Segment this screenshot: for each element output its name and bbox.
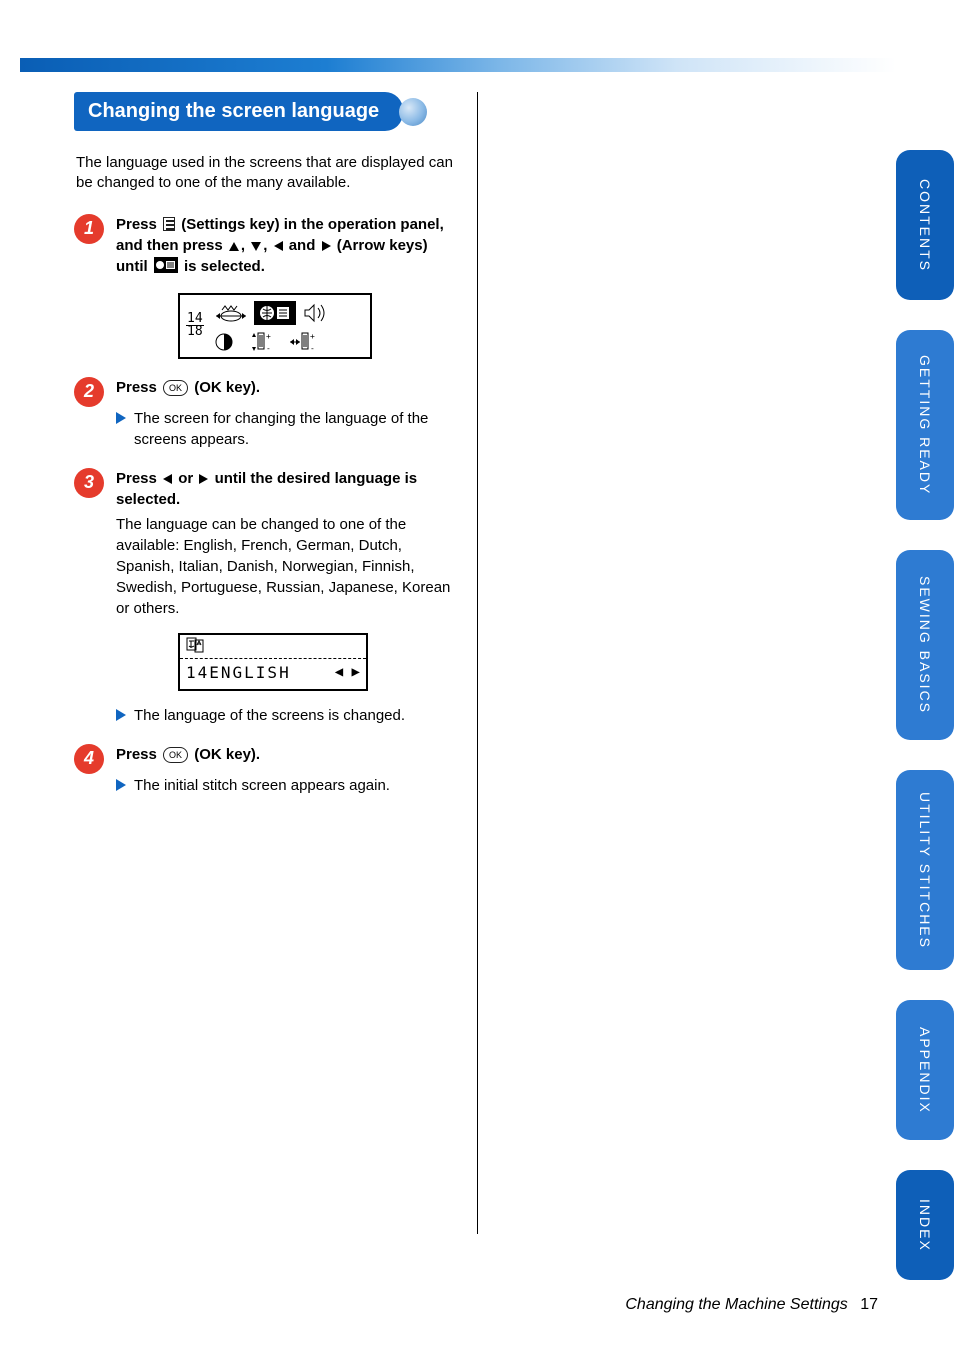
arrow-left-icon bbox=[274, 241, 283, 251]
tab-sewing-basics-label: SEWING BASICS bbox=[917, 576, 933, 714]
tab-contents[interactable]: CONTENTS bbox=[896, 150, 954, 300]
intro-paragraph: The language used in the screens that ar… bbox=[76, 153, 454, 194]
step-4-title: Press OK (OK key). bbox=[116, 744, 454, 765]
section-heading-text: Changing the screen language bbox=[88, 100, 379, 122]
footer-page-number: 17 bbox=[860, 1296, 878, 1313]
step-2-text-b: (OK key). bbox=[194, 379, 260, 396]
tab-sewing-basics[interactable]: SEWING BASICS bbox=[896, 550, 954, 740]
tab-index[interactable]: INDEX bbox=[896, 1170, 954, 1280]
step-3-number: 3 bbox=[84, 472, 94, 493]
page-fraction: 14 18 bbox=[186, 313, 204, 338]
tab-utility-stitches[interactable]: UTILITY STITCHES bbox=[896, 770, 954, 970]
step-4-text-b: (OK key). bbox=[194, 746, 260, 763]
step-4-number: 4 bbox=[84, 748, 94, 769]
ok-key-icon: OK bbox=[163, 380, 188, 397]
section-heading: Changing the screen language bbox=[74, 92, 403, 131]
step-4: 4 Press OK (OK key). The initial stitch … bbox=[74, 744, 454, 796]
tab-index-label: INDEX bbox=[917, 1199, 933, 1252]
step-3: 3 Press or until the desired language is… bbox=[74, 468, 454, 726]
lcd-row-2: +- +- bbox=[214, 331, 318, 353]
svg-text:+: + bbox=[310, 332, 315, 341]
svg-text:-: - bbox=[310, 344, 315, 353]
tab-utility-stitches-label: UTILITY STITCHES bbox=[917, 792, 933, 949]
arrow-up-icon bbox=[229, 242, 239, 251]
tension-icon bbox=[214, 302, 248, 324]
step-2-title: Press OK (OK key). bbox=[116, 377, 454, 398]
step-4-badge: 4 bbox=[74, 744, 104, 774]
step-2: 2 Press OK (OK key). The screen for chan… bbox=[74, 377, 454, 450]
lcd-2-arrows: ◀ ▶ bbox=[335, 664, 360, 680]
step-2-result: The screen for changing the language of … bbox=[116, 408, 454, 450]
step-4-result: The initial stitch screen appears again. bbox=[116, 775, 454, 796]
arrow-down-icon bbox=[251, 242, 261, 251]
buzzer-icon bbox=[302, 302, 330, 324]
page-footer: Changing the Machine Settings 17 bbox=[625, 1296, 878, 1314]
step-1: 1 Press (Settings key) in the operation … bbox=[74, 214, 454, 359]
settings-key-icon bbox=[163, 217, 175, 231]
lcd-2-top bbox=[180, 635, 366, 659]
top-gradient-rule bbox=[20, 58, 896, 72]
step-1-text-e: is selected. bbox=[184, 258, 265, 275]
step-3-result: The language of the screens is changed. bbox=[116, 705, 454, 726]
right-column bbox=[477, 92, 872, 1234]
ok-key-icon: OK bbox=[163, 747, 188, 764]
language-icon-highlighted bbox=[254, 301, 296, 325]
step-4-text-a: Press bbox=[116, 746, 161, 763]
lcd-screen-2: 14ENGLISH ◀ ▶ bbox=[178, 633, 368, 691]
step-1-text-c: and bbox=[289, 237, 320, 254]
step-3-text-c: until the desired language is selected. bbox=[116, 470, 417, 508]
step-1-title: Press (Settings key) in the operation pa… bbox=[116, 214, 454, 277]
needle-updown-icon: +- bbox=[248, 331, 274, 353]
step-2-badge: 2 bbox=[74, 377, 104, 407]
contrast-icon bbox=[214, 332, 234, 352]
tab-appendix-label: APPENDIX bbox=[917, 1027, 933, 1114]
tab-getting-ready[interactable]: GETTING READY bbox=[896, 330, 954, 520]
width-icon: +- bbox=[288, 331, 318, 353]
page-fraction-den: 18 bbox=[186, 326, 204, 338]
svg-text:+: + bbox=[266, 332, 271, 341]
step-3-body: The language can be changed to one of th… bbox=[116, 514, 454, 619]
lcd-screen-1: 14 18 +- +- bbox=[178, 293, 372, 359]
tab-getting-ready-label: GETTING READY bbox=[917, 355, 933, 495]
step-3-text-a: Press bbox=[116, 470, 161, 487]
step-3-badge: 3 bbox=[74, 468, 104, 498]
step-1-text-a: Press bbox=[116, 216, 161, 233]
language-glyph-icon bbox=[186, 637, 204, 653]
arrow-right-icon bbox=[199, 474, 208, 484]
content-area: Changing the screen language The languag… bbox=[74, 92, 884, 1234]
lcd-row-1 bbox=[214, 301, 330, 325]
language-menu-icon bbox=[154, 257, 178, 273]
lcd-2-line: 14ENGLISH ◀ ▶ bbox=[180, 659, 366, 686]
step-3-text-b: or bbox=[178, 470, 197, 487]
step-3-title: Press or until the desired language is s… bbox=[116, 468, 454, 510]
lcd-2-language-text: 14ENGLISH bbox=[186, 663, 291, 682]
arrow-left-icon bbox=[163, 474, 172, 484]
step-1-number: 1 bbox=[84, 218, 94, 239]
arrow-right-icon bbox=[322, 241, 331, 251]
step-1-badge: 1 bbox=[74, 214, 104, 244]
step-2-text-a: Press bbox=[116, 379, 161, 396]
left-column: Changing the screen language The languag… bbox=[74, 92, 469, 814]
tab-appendix[interactable]: APPENDIX bbox=[896, 1000, 954, 1140]
footer-title: Changing the Machine Settings bbox=[625, 1296, 847, 1313]
tab-contents-label: CONTENTS bbox=[917, 179, 933, 272]
step-2-number: 2 bbox=[84, 381, 94, 402]
thumb-tabs: CONTENTS GETTING READY SEWING BASICS UTI… bbox=[896, 150, 954, 1310]
svg-text:-: - bbox=[266, 344, 271, 353]
